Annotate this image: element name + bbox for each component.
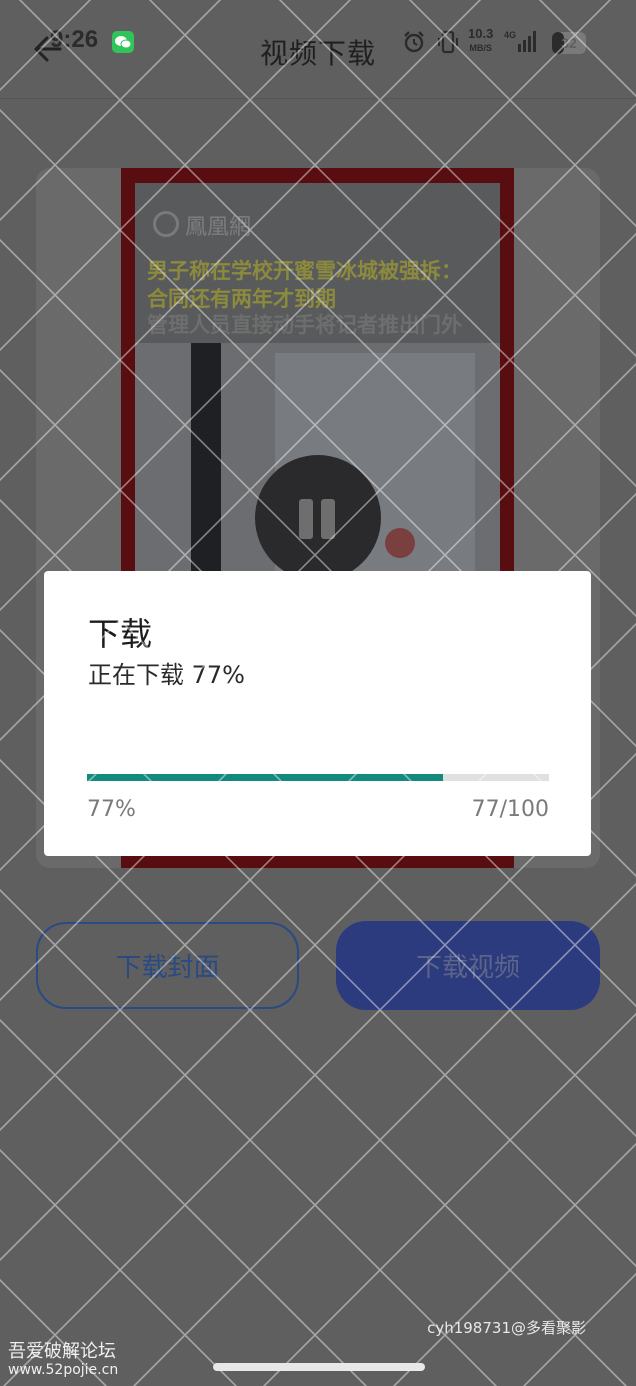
- app-bar: 视频下载: [0, 0, 636, 99]
- headline-line-3: 管理人员直接动手将记者推出门外: [147, 313, 462, 337]
- headline-line-1: 男子称在学校开蜜雪冰城被强拆：: [147, 259, 462, 283]
- forum-url: www.52pojie.cn: [8, 1362, 119, 1378]
- download-cover-button[interactable]: 下载封面: [36, 922, 299, 1009]
- video-scene-logo: [385, 528, 415, 558]
- download-dialog: 下载 正在下载 77% 77% 77/100: [44, 571, 591, 856]
- phoenix-logo-icon: [153, 211, 179, 237]
- credit-text: cyh198731@多看聚影: [427, 1319, 586, 1337]
- pause-icon: [299, 499, 337, 539]
- video-scene-door: [191, 343, 221, 583]
- forum-name: 吾爱破解论坛: [8, 1341, 116, 1362]
- progress-fill: [87, 774, 443, 781]
- progress-bar: [87, 774, 549, 781]
- dialog-message: 正在下载 77%: [88, 661, 245, 689]
- dialog-title: 下载: [88, 615, 153, 653]
- progress-percent: 77%: [87, 797, 136, 822]
- page-title: 视频下载: [259, 37, 376, 70]
- download-video-button[interactable]: 下载视频: [336, 921, 600, 1010]
- progress-count: 77/100: [471, 797, 549, 822]
- pause-button[interactable]: [255, 455, 381, 581]
- home-indicator[interactable]: [213, 1363, 425, 1371]
- news-logo: 鳳凰網: [153, 209, 251, 241]
- news-header: 鳳凰網 男子称在学校开蜜雪冰城被强拆： 合同还有两年才到期 管理人员直接动手将记…: [135, 183, 500, 343]
